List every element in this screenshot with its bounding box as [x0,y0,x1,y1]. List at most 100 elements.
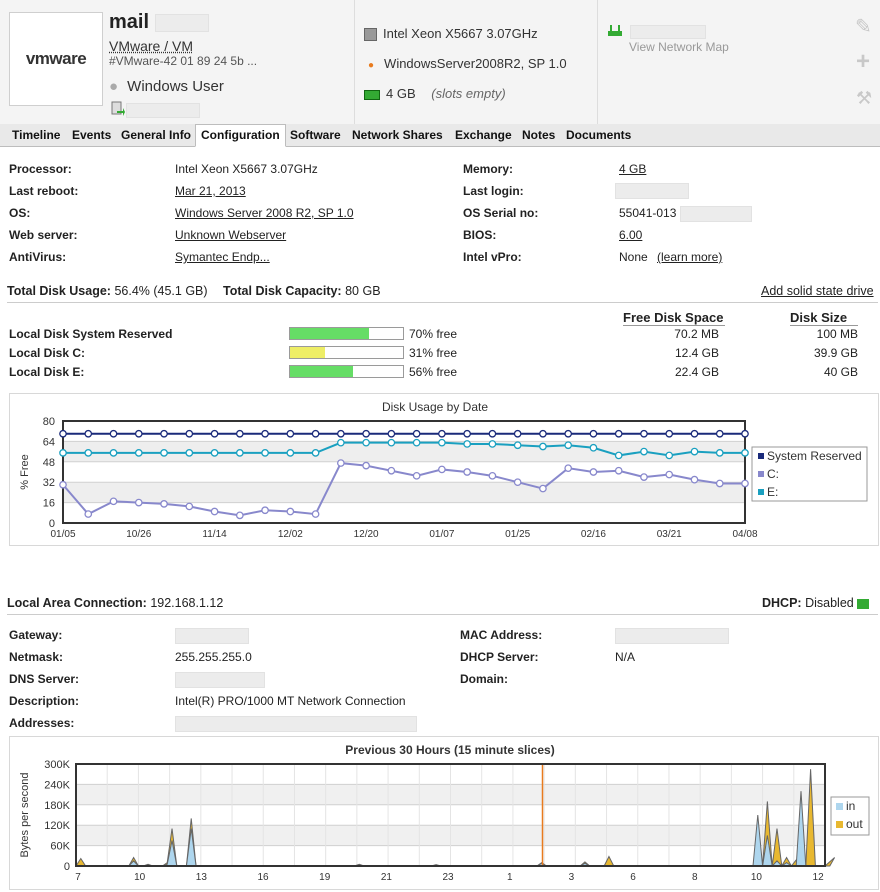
data-point [539,429,547,438]
x-tick-label: 02/16 [581,529,606,540]
redacted-gateway [175,628,249,644]
vendor-model[interactable]: VMware / VM [109,38,193,54]
memory-label: Memory: [463,162,514,176]
disk-name: Local Disk System Reserved [9,327,173,341]
tab-exchange[interactable]: Exchange [455,128,512,142]
memory-link[interactable]: 4 GB [619,162,646,176]
description-value: Intel(R) PRO/1000 MT Network Connection [175,694,406,708]
data-point [109,449,118,457]
learn-more-link[interactable]: (learn more) [657,250,722,264]
chart-legend: System Reserved C: E: [751,446,868,502]
data-point [665,470,674,479]
data-point [210,429,219,438]
data-point [640,473,648,481]
data-point [337,438,345,447]
memory-icon [364,89,380,100]
chart-title: Disk Usage by Date [382,400,488,414]
tab-configuration[interactable]: Configuration [195,124,286,147]
tab-events[interactable]: Events [72,128,111,142]
device-header: vmware mail VMware / VM #VMware-42 01 89… [0,0,880,125]
data-point [235,449,244,457]
data-point [84,449,93,457]
tab-bar: Timeline Events General Info Configurati… [0,124,880,147]
data-point [715,429,724,438]
tab-software[interactable]: Software [290,128,341,142]
data-point [665,451,674,460]
netmask-label: Netmask: [9,650,64,664]
y-tick-label: 60K [50,841,70,853]
data-point [311,429,320,438]
data-point [84,429,93,438]
legend-swatch [836,803,843,810]
web-server-label: Web server: [9,228,78,242]
antivirus-link[interactable]: Symantec Endp... [175,250,270,264]
data-point [311,449,320,457]
tab-general-info[interactable]: General Info [121,128,191,142]
grid-band [63,482,745,503]
data-point [614,451,623,460]
redacted-last-login [615,183,689,199]
x-tick-label: 01/07 [429,529,454,540]
y-tick-label: 240K [44,779,70,791]
data-point [741,449,749,457]
data-point [160,449,168,457]
os-serial-label: OS Serial no: [463,206,539,220]
data-point [741,479,749,488]
data-point [210,507,219,516]
legend-label: C: [767,467,779,481]
view-network-map-link[interactable]: View Network Map [629,40,729,54]
last-reboot-link[interactable]: Mar 21, 2013 [175,184,246,198]
disk-name: Local Disk E: [9,365,85,379]
x-tick-label: 11/14 [202,529,227,540]
legend-label: System Reserved [767,449,862,463]
dns-label: DNS Server: [9,672,80,686]
tab-timeline[interactable]: Timeline [12,128,60,142]
os-link[interactable]: Windows Server 2008 R2, SP 1.0 [175,206,354,220]
data-point [84,510,93,518]
data-point [261,429,269,438]
disk-summary: Total Disk Usage: 56.4% (45.1 GB) Total … [7,284,381,298]
data-point [134,449,143,457]
bios-link[interactable]: 6.00 [619,228,642,242]
processor-label: Processor: [9,162,72,176]
add-icon[interactable]: + [856,48,870,76]
disk-name: Local Disk C: [9,346,86,360]
data-point [337,459,345,467]
disk-free-space: 22.4 GB [674,365,719,379]
antivirus-label: AntiVirus: [9,250,67,264]
y-tick-label: 48 [43,457,55,469]
web-server-link[interactable]: Unknown Webserver [175,228,286,242]
windows-user: ● Windows User [109,78,224,95]
data-point [513,429,522,438]
disk-free-bar [289,327,404,340]
data-point [185,429,194,438]
data-point [715,449,724,457]
edit-icon[interactable]: ✎ [855,14,872,39]
wrench-icon[interactable]: ⚒ [856,88,872,109]
free-space-header: Free Disk Space [623,310,725,326]
redacted-dns [175,672,265,688]
data-point [412,471,421,480]
tab-network-shares[interactable]: Network Shares [352,128,443,142]
x-tick-label: 3 [569,872,575,883]
y-tick-label: 300K [44,759,70,771]
disk-free-bar-fill [290,328,370,339]
redacted-login [126,103,200,118]
dhcp-server-label: DHCP Server: [460,650,539,664]
network-status-icon [857,598,870,609]
data-point [286,507,295,516]
y-tick-label: 32 [43,477,55,489]
data-point [589,429,598,438]
y-tick-label: 16 [43,498,55,510]
add-ssd-link[interactable]: Add solid state drive [761,284,874,298]
bios-label: BIOS: [463,228,497,242]
y-tick-label: 64 [43,436,55,448]
vpro-label: Intel vPro: [463,250,522,264]
legend-label: out [846,817,863,831]
data-point [311,510,320,518]
computer-login-icon[interactable] [111,101,125,120]
network-icon [607,24,623,41]
disk-usage-chart: Disk Usage by Date 0 16 32 48 64 80% Free 01/05… [9,393,879,546]
tab-documents[interactable]: Documents [566,128,631,142]
tab-notes[interactable]: Notes [522,128,555,142]
